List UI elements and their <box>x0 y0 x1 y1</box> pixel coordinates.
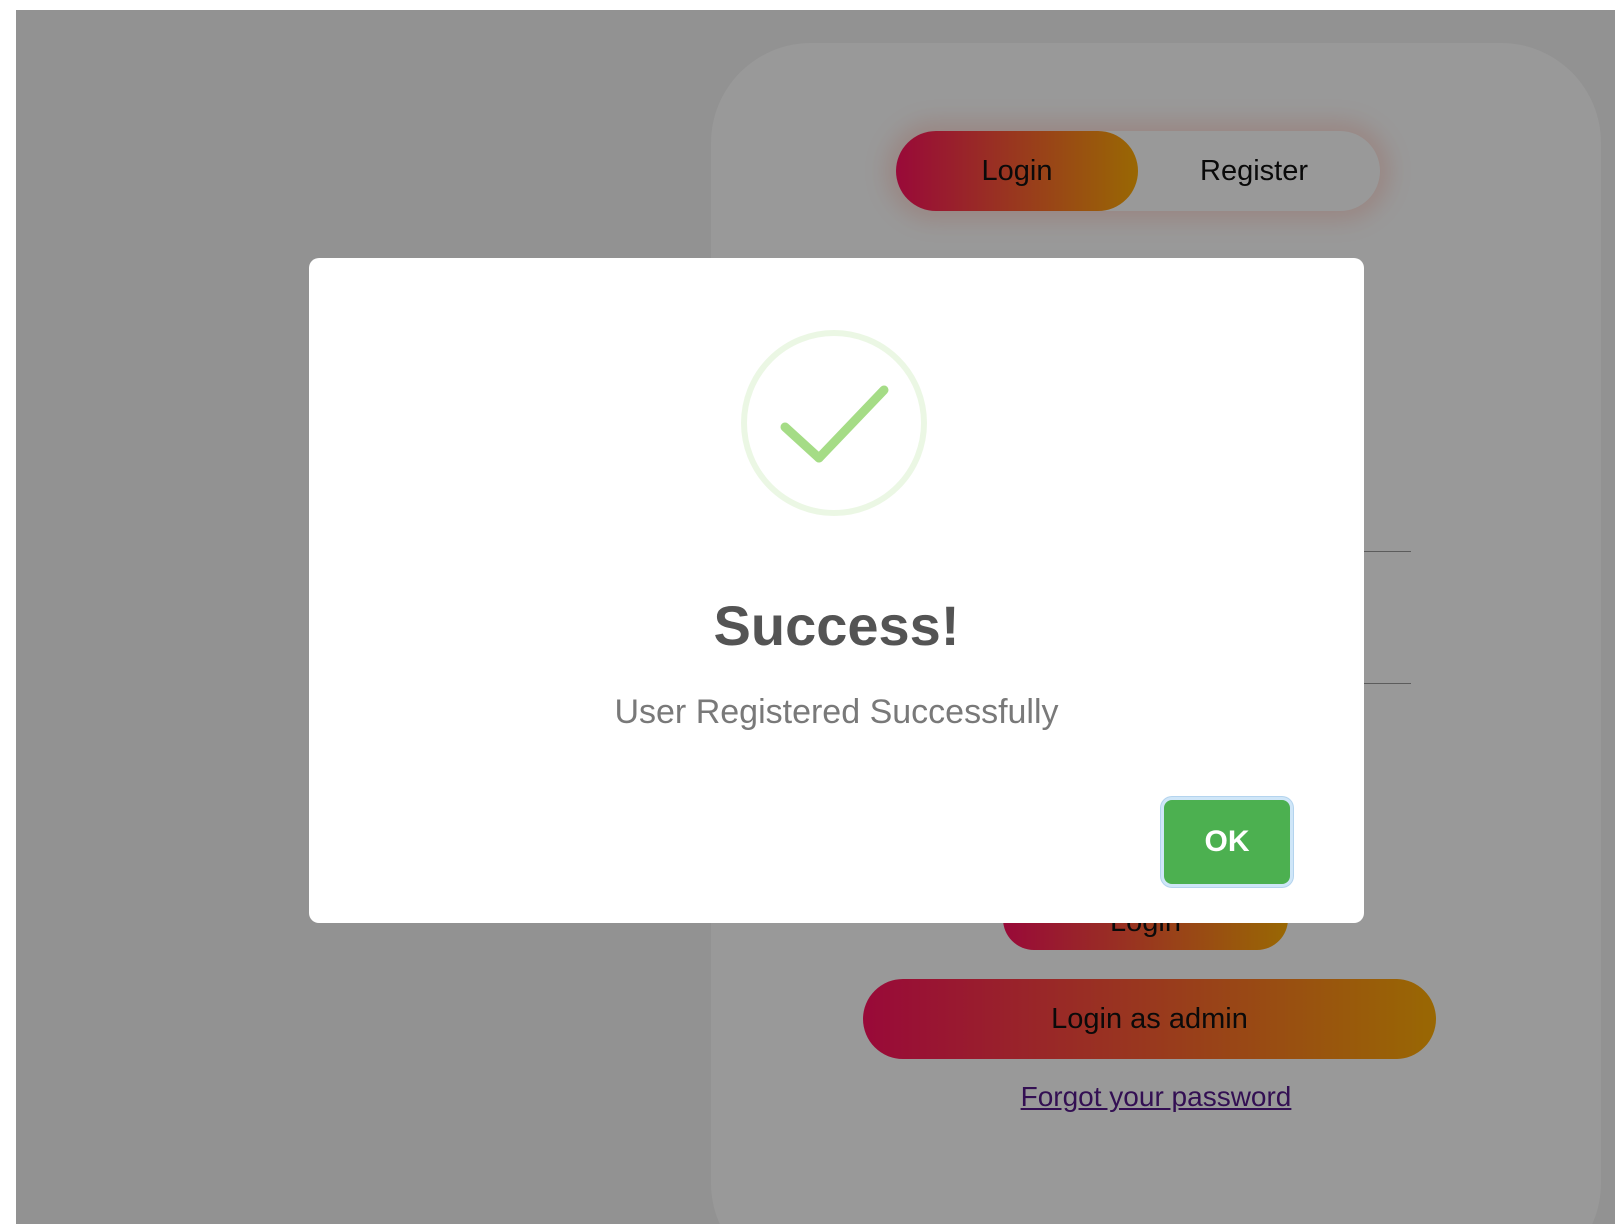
ok-button[interactable]: OK <box>1164 800 1290 884</box>
dialog-message: User Registered Successfully <box>614 693 1059 731</box>
dialog-title: Success! <box>713 594 960 657</box>
page-viewport: Login Register Login Login as admin Forg… <box>16 10 1615 1224</box>
check-circle-icon <box>741 330 927 516</box>
success-dialog: Success! User Registered Successfully OK <box>309 258 1364 923</box>
